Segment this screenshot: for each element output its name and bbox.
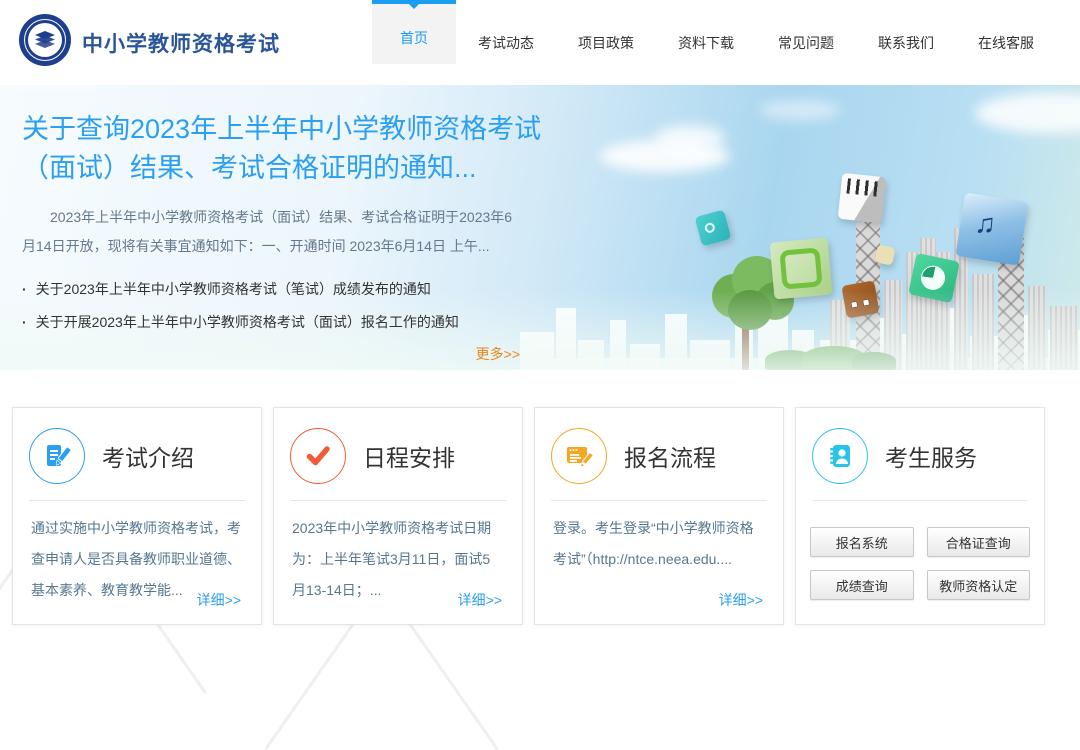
card-title: 报名流程 xyxy=(624,439,716,473)
card-head: 日程安排 xyxy=(274,408,522,497)
checkmark-icon xyxy=(290,428,346,484)
nav-item-policies[interactable]: 项目政策 xyxy=(556,0,656,85)
card-schedule: 日程安排 2023年中小学教师资格考试日期为：上半年笔试3月11日，面试5月13… xyxy=(273,407,523,625)
detail-link[interactable]: 详细>> xyxy=(458,590,502,610)
card-title: 考生服务 xyxy=(885,439,977,473)
certificate-query-button[interactable]: 合格证查询 xyxy=(927,527,1031,557)
divider xyxy=(551,500,767,501)
detail-link[interactable]: 详细>> xyxy=(719,590,763,610)
card-text: 登录。考生登录“中小学教师资格考试”（http://ntce.neea.edu.… xyxy=(553,513,765,575)
score-query-button[interactable]: 成绩查询 xyxy=(810,570,914,600)
divider xyxy=(290,500,506,501)
nav-item-faq[interactable]: 常见问题 xyxy=(756,0,856,85)
card-title: 考试介绍 xyxy=(102,439,194,473)
divider xyxy=(812,500,1028,501)
registration-system-button[interactable]: 报名系统 xyxy=(810,527,914,557)
more-link[interactable]: 更多>> xyxy=(476,346,520,362)
card-exam-intro: 考试介绍 通过实施中小学教师资格考试，考查申请人是否具备教师职业道德、基本素养、… xyxy=(12,407,262,625)
hero-news-list: 关于2023年上半年中小学教师资格考试（笔试）成绩发布的通知 关于开展2023年… xyxy=(22,273,547,339)
cloud xyxy=(760,100,840,120)
floating-cube-music: ♫ xyxy=(955,192,1028,265)
nav-item-exam-news[interactable]: 考试动态 xyxy=(456,0,556,85)
browser-edit-icon xyxy=(551,428,607,484)
nav-item-home[interactable]: 首页 xyxy=(372,0,456,64)
service-buttons: 报名系统 合格证查询 成绩查询 教师资格认定 xyxy=(810,527,1030,600)
contact-book-icon xyxy=(812,428,868,484)
card-head: 报名流程 xyxy=(535,408,783,497)
header: 中小学教师资格考试 首页 考试动态 项目政策 资料下载 常见问题 联系我们 在线… xyxy=(0,0,1080,85)
divider xyxy=(29,500,245,501)
card-title: 日程安排 xyxy=(363,439,455,473)
hero-banner: ♫ 关于查询2023年上半年中小学教师资格考试（面试）结果、考试合格证明的通知.… xyxy=(0,85,1080,370)
floating-cube-piano xyxy=(838,173,887,223)
brand[interactable]: 中小学教师资格考试 xyxy=(18,13,280,72)
card-candidate-services: 考生服务 报名系统 合格证查询 成绩查询 教师资格认定 xyxy=(795,407,1045,625)
nav-item-online-service[interactable]: 在线客服 xyxy=(956,0,1056,85)
nav-item-downloads[interactable]: 资料下载 xyxy=(656,0,756,85)
card-head: 考试介绍 xyxy=(13,408,261,497)
hero-title-link[interactable]: 关于查询2023年上半年中小学教师资格考试（面试）结果、考试合格证明的通知... xyxy=(22,110,547,188)
card-registration-process: 报名流程 登录。考生登录“中小学教师资格考试”（http://ntce.neea… xyxy=(534,407,784,625)
card-head: 考生服务 xyxy=(796,408,1044,497)
main-nav: 首页 考试动态 项目政策 资料下载 常见问题 联系我们 在线客服 xyxy=(372,0,1080,85)
hero-summary: 2023年上半年中小学教师资格考试（面试）结果、考试合格证明于2023年6月14… xyxy=(22,203,522,261)
teacher-certification-button[interactable]: 教师资格认定 xyxy=(927,570,1031,600)
site-title: 中小学教师资格考试 xyxy=(82,28,280,58)
pencil-document-icon xyxy=(29,428,85,484)
news-link[interactable]: 关于开展2023年上半年中小学教师资格考试（面试）报名工作的通知 xyxy=(22,306,547,339)
feature-cards: 考试介绍 通过实施中小学教师资格考试，考查申请人是否具备教师职业道德、基本素养、… xyxy=(0,370,1080,625)
cloud xyxy=(655,125,725,151)
more-row: 更多>> xyxy=(22,344,520,364)
music-note-icon: ♫ xyxy=(973,207,997,241)
nav-item-contact[interactable]: 联系我们 xyxy=(856,0,956,85)
book-emblem-icon xyxy=(18,13,72,72)
hero-content: 关于查询2023年上半年中小学教师资格考试（面试）结果、考试合格证明的通知...… xyxy=(22,85,547,364)
news-link[interactable]: 关于2023年上半年中小学教师资格考试（笔试）成绩发布的通知 xyxy=(22,273,547,306)
detail-link[interactable]: 详细>> xyxy=(197,590,241,610)
